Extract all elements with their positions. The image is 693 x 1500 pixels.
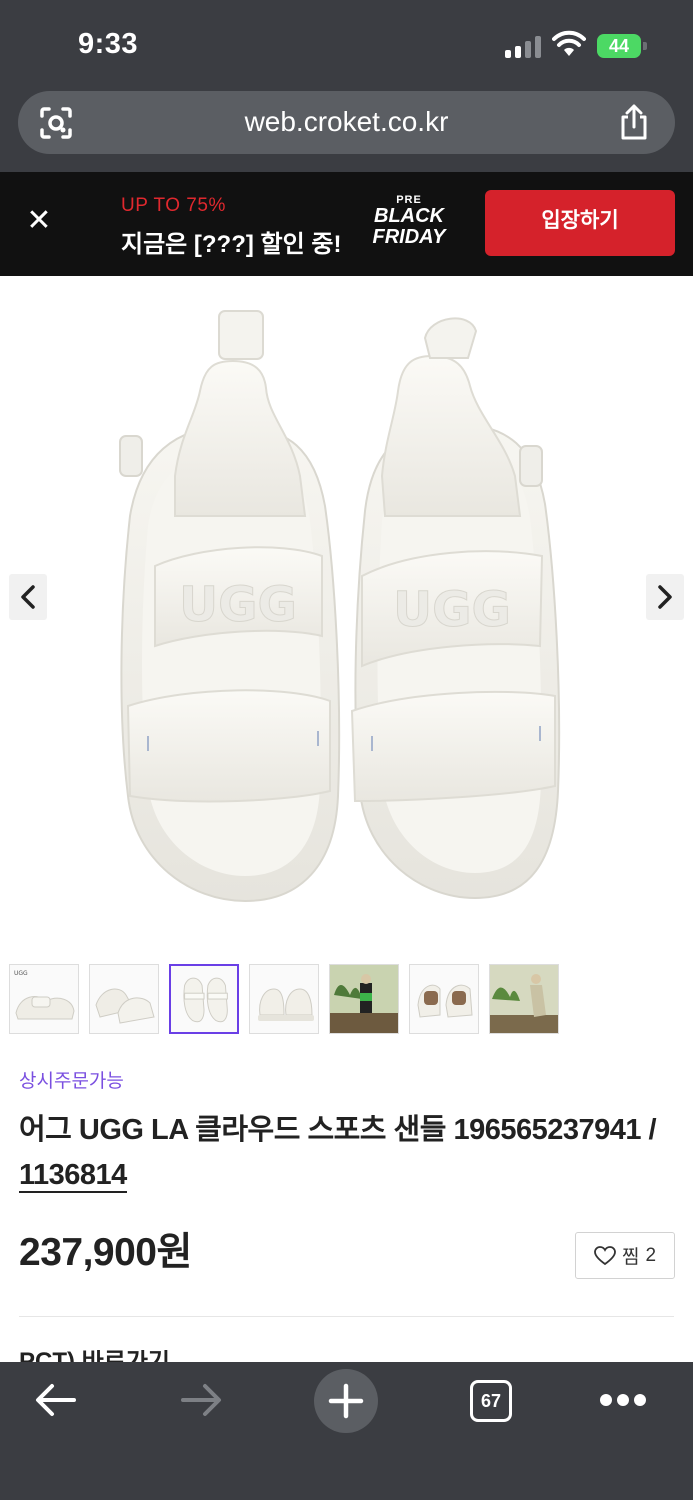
wishlist-button[interactable]: 찜 2 xyxy=(575,1232,675,1279)
chevron-left-icon xyxy=(21,585,35,609)
status-time: 9:33 xyxy=(78,28,139,60)
previous-image-button[interactable] xyxy=(9,574,47,620)
back-arrow-icon[interactable] xyxy=(34,1382,78,1418)
new-tab-button[interactable] xyxy=(314,1369,378,1433)
url-text[interactable]: web.croket.co.kr xyxy=(18,106,675,138)
battery-icon: 44 xyxy=(597,34,647,58)
thumbnail-2[interactable] xyxy=(89,964,159,1034)
browser-bottom-toolbar: 67 xyxy=(0,1362,693,1500)
plus-icon xyxy=(328,1383,364,1419)
thumbnail-3[interactable] xyxy=(169,964,239,1034)
svg-text:UGG: UGG xyxy=(179,577,297,633)
product-title-text: 어그 UGG LA 클라우드 스포츠 샌들 196565237941 / xyxy=(19,1114,657,1146)
enter-event-button[interactable]: 입장하기 xyxy=(485,190,675,256)
close-icon[interactable]: ✕ xyxy=(24,206,54,236)
thumbnail-7[interactable] xyxy=(489,964,559,1034)
browser-top-chrome: 9:33 44 web.croket.co.kr xyxy=(0,0,693,172)
svg-text:UGG: UGG xyxy=(393,582,511,638)
thumbnail-6[interactable] xyxy=(409,964,479,1034)
tab-switcher-button[interactable]: 67 xyxy=(470,1380,512,1422)
thumbnail-5[interactable] xyxy=(329,964,399,1034)
address-bar[interactable]: web.croket.co.kr xyxy=(18,91,675,154)
availability-badge: 상시주문가능 xyxy=(19,1071,124,1092)
thumbnail-1[interactable]: UGG xyxy=(9,964,79,1034)
promo-discount-label: UP TO 75% xyxy=(121,195,226,216)
product-title: 어그 UGG LA 클라우드 스포츠 샌들 196565237941 / 113… xyxy=(19,1108,679,1198)
wishlist-count: 2 xyxy=(645,1244,657,1266)
promo-banner: ✕ UP TO 75% 지금은 [???] 할인 중! PRE BLACK FR… xyxy=(0,172,693,276)
promo-headline: 지금은 [???] 할인 중! xyxy=(121,231,342,258)
section-divider xyxy=(19,1316,674,1317)
svg-text:UGG: UGG xyxy=(14,970,28,977)
black-friday-logo: PRE BLACK FRIDAY xyxy=(372,194,446,248)
wifi-icon xyxy=(552,30,586,56)
heart-icon xyxy=(594,1245,616,1265)
thumbnail-4[interactable] xyxy=(249,964,319,1034)
product-image: UGG UGG xyxy=(119,310,561,903)
battery-level: 44 xyxy=(597,34,641,58)
product-code-link[interactable]: 1136814 xyxy=(19,1159,127,1193)
chevron-right-icon xyxy=(658,585,672,609)
forward-arrow-icon[interactable] xyxy=(179,1382,223,1418)
next-section-heading[interactable]: PCT) 바로가기 xyxy=(19,1350,170,1362)
product-price: 237,900원 xyxy=(19,1231,192,1274)
wishlist-label: 찜 xyxy=(621,1247,640,1268)
next-image-button[interactable] xyxy=(646,574,684,620)
product-image-carousel[interactable]: UGG UGG xyxy=(0,276,693,938)
more-menu-icon[interactable] xyxy=(600,1394,646,1408)
share-icon[interactable] xyxy=(616,103,652,141)
cellular-signal-icon xyxy=(505,34,543,58)
